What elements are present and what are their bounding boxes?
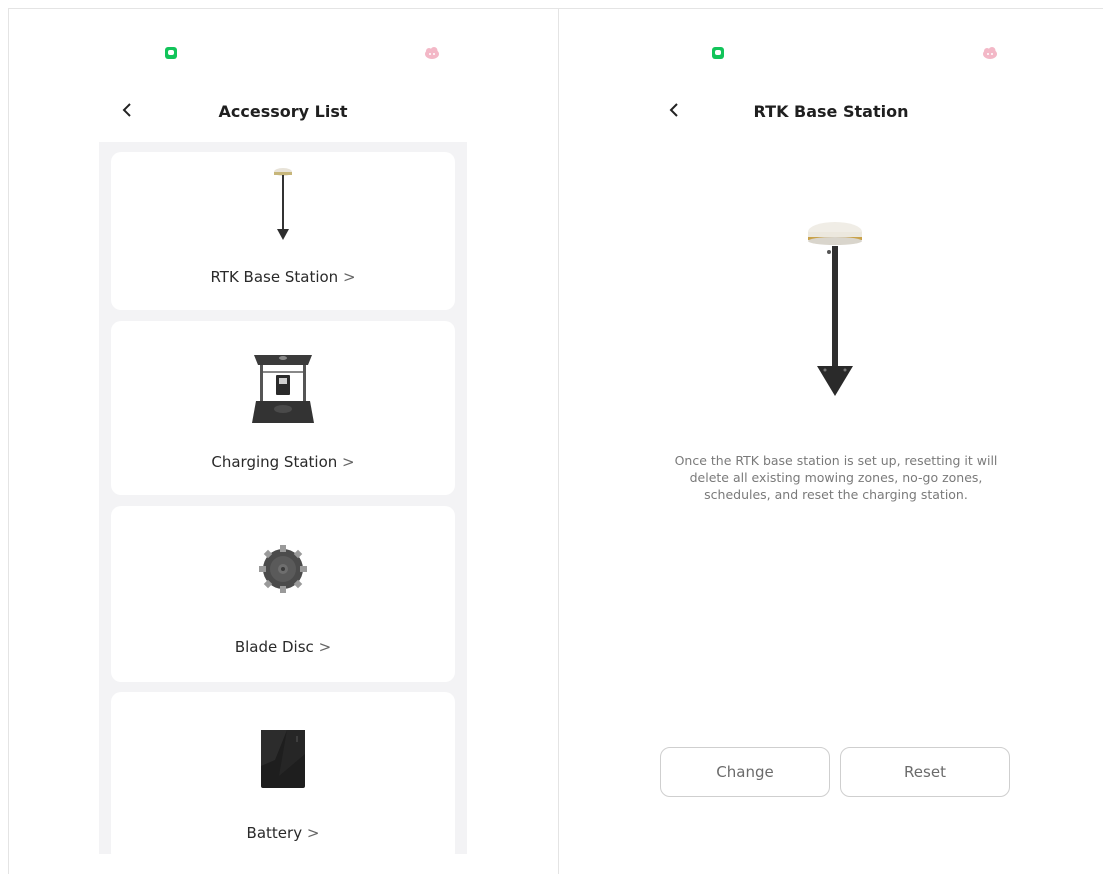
reset-button[interactable]: Reset — [840, 747, 1010, 797]
wechat-status-icon — [165, 47, 177, 59]
rtk-base-station-image — [274, 168, 292, 240]
chevron-right-icon: > — [342, 453, 355, 471]
reset-warning-text: Once the RTK base station is set up, res… — [674, 453, 998, 502]
wechat-status-icon — [712, 47, 724, 59]
charging-station-image — [252, 355, 314, 423]
chevron-right-icon: > — [306, 824, 320, 842]
list-item-charging-station[interactable]: Charging Station > — [111, 321, 455, 495]
rtk-base-station-image — [808, 222, 862, 396]
cloud-status-icon — [983, 47, 997, 59]
chevron-right-icon: > — [342, 268, 356, 286]
page-title: Accessory List — [218, 102, 348, 121]
chevron-left-icon — [669, 103, 678, 117]
item-label: Blade Disc — [234, 638, 314, 656]
change-button[interactable]: Change — [660, 747, 830, 797]
list-item-battery[interactable]: Battery > — [111, 692, 455, 854]
battery-image — [261, 730, 305, 788]
chevron-right-icon: > — [318, 638, 332, 656]
list-item-rtk-base-station[interactable]: RTK Base Station > — [111, 152, 455, 310]
cloud-status-icon — [425, 47, 439, 59]
chevron-left-icon — [122, 103, 131, 117]
screen-divider — [558, 8, 559, 874]
item-label: RTK Base Station — [210, 268, 339, 286]
item-label: Battery — [246, 824, 303, 842]
back-button[interactable] — [668, 100, 680, 123]
item-label: Charging Station — [211, 453, 338, 471]
list-item-blade-disc[interactable]: Blade Disc > — [111, 506, 455, 682]
blade-disc-image — [259, 545, 307, 593]
page-title: RTK Base Station — [753, 102, 909, 121]
accessory-list: RTK Base Station > Charging Station > Bl… — [99, 142, 467, 854]
back-button[interactable] — [121, 100, 133, 123]
